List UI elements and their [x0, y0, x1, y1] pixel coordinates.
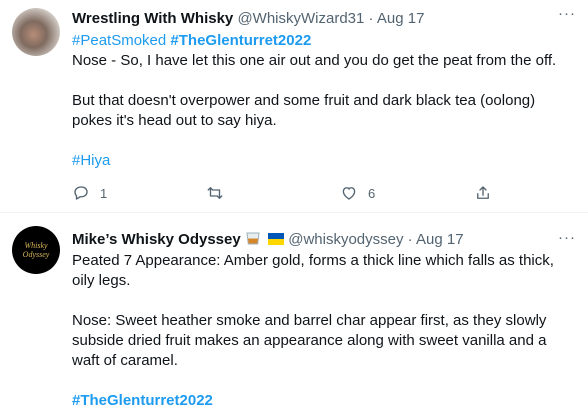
hashtag-link[interactable]: #TheGlenturret2022	[170, 32, 311, 49]
retweet-button[interactable]	[206, 184, 224, 202]
avatar[interactable]	[12, 8, 60, 56]
more-options-icon[interactable]: ···	[558, 4, 576, 24]
like-count: 6	[368, 185, 376, 201]
text-line: Nose: Sweet heather smoke and barrel cha…	[72, 312, 547, 329]
display-name[interactable]: Mike’s Whisky Odyssey	[72, 231, 241, 248]
share-icon	[477, 186, 489, 199]
reply-button[interactable]: 1	[72, 184, 107, 202]
text-line: Peated 7 Appearance: Amber gold, forms a…	[72, 252, 554, 269]
text-line: waft of caramel.	[72, 352, 178, 369]
separator: ·	[368, 10, 374, 27]
display-name[interactable]: Wrestling With Whisky	[72, 10, 233, 27]
timestamp[interactable]: Aug 17	[377, 10, 425, 27]
tweet-actions: 1 6	[72, 184, 504, 204]
reply-count: 1	[100, 185, 108, 201]
tweet[interactable]: Whisky Odyssey Mike’s Whisky Odyssey @wh…	[0, 213, 588, 420]
hashtag-link[interactable]: #Hiya	[72, 152, 110, 169]
tweet-header: Wrestling With Whisky @WhiskyWizard31 · …	[72, 9, 424, 29]
text-line: oily legs.	[72, 272, 131, 289]
like-button[interactable]: 6	[340, 184, 375, 202]
avatar[interactable]: Whisky Odyssey	[12, 226, 60, 274]
tumbler-glass-icon	[246, 232, 260, 245]
handle[interactable]: @whiskyodyssey	[288, 231, 403, 248]
timestamp[interactable]: Aug 17	[416, 231, 464, 248]
tweet-text: #PeatSmoked #TheGlenturret2022 Nose - So…	[72, 31, 572, 171]
avatar-text: Whisky	[24, 241, 48, 250]
reply-icon	[74, 186, 88, 200]
ukraine-flag-icon	[268, 233, 285, 245]
hashtag-link[interactable]: #TheGlenturret2022	[72, 392, 213, 409]
retweet-icon	[207, 187, 223, 199]
more-options-icon[interactable]: ···	[558, 228, 576, 248]
hashtag-link[interactable]: #PeatSmoked	[72, 32, 166, 49]
tweet-header: Mike’s Whisky Odyssey @whiskyodyssey · A…	[72, 230, 464, 250]
tweet-text: Peated 7 Appearance: Amber gold, forms a…	[72, 251, 572, 411]
text-line: pokes it's head out to say hiya.	[72, 112, 277, 129]
handle[interactable]: @WhiskyWizard31	[237, 10, 364, 27]
share-button[interactable]	[474, 184, 492, 202]
tweet[interactable]: Wrestling With Whisky @WhiskyWizard31 · …	[0, 0, 588, 213]
heart-icon	[342, 187, 356, 200]
text-line: Nose - So, I have let this one air out a…	[72, 52, 557, 69]
text-line: subside dried fruit makes an appearance …	[72, 332, 547, 349]
text-line: But that doesn't overpower and some frui…	[72, 92, 536, 109]
avatar-text: Odyssey	[22, 250, 50, 259]
separator: ·	[407, 231, 413, 248]
